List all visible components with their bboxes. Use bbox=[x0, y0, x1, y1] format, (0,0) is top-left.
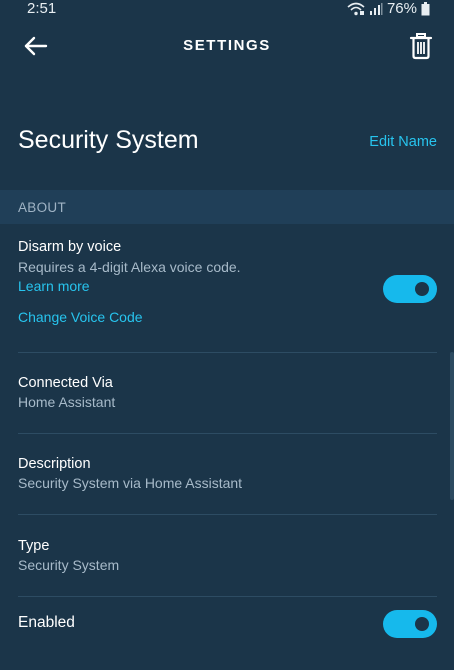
connected-via-value: Home Assistant bbox=[18, 394, 116, 410]
scrollbar[interactable] bbox=[450, 352, 454, 500]
description-row: Description Security System via Home Ass… bbox=[18, 454, 437, 493]
status-time: 2:51 bbox=[27, 0, 57, 17]
connected-via-row: Connected Via Home Assistant bbox=[18, 373, 437, 412]
signal-icon bbox=[369, 2, 383, 16]
divider bbox=[18, 433, 437, 434]
disarm-subtitle: Requires a 4-digit Alexa voice code. bbox=[18, 259, 241, 275]
battery-icon bbox=[421, 1, 430, 16]
learn-more-link[interactable]: Learn more bbox=[18, 277, 90, 296]
page-title: SETTINGS bbox=[183, 37, 271, 54]
enabled-toggle[interactable] bbox=[383, 610, 437, 638]
disarm-by-voice-row: Disarm by voice Requires a 4-digit Alexa… bbox=[18, 237, 437, 327]
toggle-knob bbox=[415, 282, 429, 296]
connected-via-title: Connected Via bbox=[18, 375, 113, 391]
enabled-row: Enabled bbox=[18, 613, 437, 633]
disarm-title: Disarm by voice bbox=[18, 239, 122, 255]
status-bar: 2:51 76% bbox=[0, 0, 454, 20]
type-row: Type Security System bbox=[18, 536, 437, 575]
battery-level: 76% bbox=[386, 0, 417, 17]
enabled-title: Enabled bbox=[18, 614, 75, 631]
change-voice-code-link[interactable]: Change Voice Code bbox=[18, 308, 143, 327]
type-title: Type bbox=[18, 538, 50, 554]
divider bbox=[18, 514, 437, 515]
type-value: Security System bbox=[18, 557, 120, 573]
trash-icon bbox=[408, 33, 434, 64]
edit-name-link[interactable]: Edit Name bbox=[369, 134, 437, 150]
section-header-about: ABOUT bbox=[0, 190, 454, 224]
toggle-knob bbox=[415, 617, 429, 631]
description-value: Security System via Home Assistant bbox=[18, 475, 243, 491]
wifi-icon bbox=[347, 2, 365, 16]
device-name: Security System bbox=[18, 126, 199, 154]
top-app-bar: SETTINGS bbox=[0, 20, 454, 72]
description-title: Description bbox=[18, 456, 91, 472]
device-header: Security System Edit Name bbox=[0, 118, 454, 164]
divider bbox=[18, 596, 437, 597]
disarm-by-voice-toggle[interactable] bbox=[383, 275, 437, 303]
delete-button[interactable] bbox=[408, 32, 434, 60]
section-label: ABOUT bbox=[18, 200, 67, 215]
divider bbox=[18, 352, 437, 353]
status-icons: 76% bbox=[347, 0, 430, 17]
